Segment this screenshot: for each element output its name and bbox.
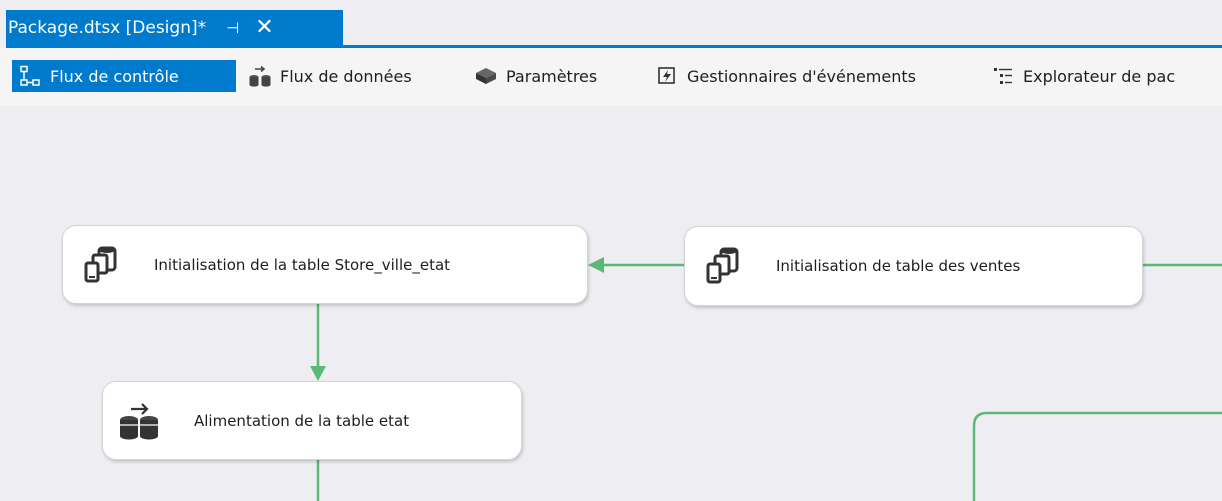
package-explorer-icon (991, 64, 1015, 88)
document-tab-title: Package.dtsx [Design]* (8, 17, 207, 38)
data-flow-icon (248, 64, 272, 88)
constraint-loop[interactable] (972, 411, 1222, 501)
tab-explorateur-de-package[interactable]: Explorateur de pac (991, 60, 1222, 92)
tab-gestionnaires-evenements[interactable]: Gestionnaires d'événements (655, 60, 985, 92)
tab-flux-de-donnees[interactable]: Flux de données (248, 60, 458, 92)
execute-sql-task-icon (703, 246, 743, 286)
task-alimentation-etat[interactable]: Alimentation de la table etat (102, 381, 522, 460)
task-label: Alimentation de la table etat (194, 411, 410, 430)
tab-label: Gestionnaires d'événements (687, 66, 916, 86)
document-tab[interactable]: Package.dtsx [Design]* ⊣ ✕ (6, 10, 343, 45)
close-icon[interactable]: ✕ (255, 16, 273, 39)
task-init-table-ventes[interactable]: Initialisation de table des ventes (684, 226, 1143, 306)
tab-label: Flux de données (280, 66, 412, 86)
control-flow-canvas[interactable]: Initialisation de la table Store_ville_e… (0, 106, 1222, 501)
constraint-arrowhead (588, 257, 604, 273)
tab-label: Paramètres (506, 66, 598, 86)
task-label: Initialisation de table des ventes (776, 257, 1021, 275)
tab-label: Explorateur de pac (1023, 66, 1176, 86)
task-label: Initialisation de la table Store_ville_e… (154, 255, 451, 274)
data-flow-task-icon (117, 401, 158, 441)
pin-icon[interactable]: ⊣ (226, 19, 239, 37)
execute-sql-task-icon (81, 245, 121, 285)
control-flow-icon (18, 64, 42, 88)
tab-parametres[interactable]: Paramètres (474, 60, 644, 92)
task-init-store-ville-etat[interactable]: Initialisation de la table Store_ville_e… (62, 225, 588, 304)
constraint-arrowhead (310, 366, 326, 381)
event-handlers-icon (655, 64, 679, 88)
tab-flux-de-controle[interactable]: Flux de contrôle (12, 60, 236, 92)
tab-label: Flux de contrôle (50, 66, 179, 86)
parameters-icon (474, 64, 498, 88)
